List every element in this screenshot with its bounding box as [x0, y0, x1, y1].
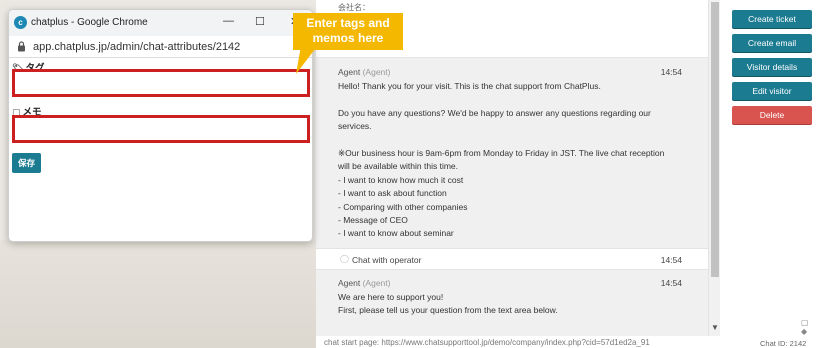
- page-url: app.chatplus.jp/admin/chat-attributes/21…: [33, 41, 241, 53]
- tag-input[interactable]: [15, 72, 307, 94]
- operator-label: Chat with operator: [352, 255, 422, 265]
- create-ticket-button[interactable]: Create ticket: [732, 10, 812, 28]
- chat-scrollbar[interactable]: ▼: [708, 0, 720, 336]
- message-line: - Comparing with other companies: [338, 201, 468, 212]
- message-sender: Agent: [338, 278, 361, 288]
- action-panel: Create ticket Create email Visitor detai…: [720, 0, 827, 348]
- chat-id: Chat ID: 2142: [760, 339, 806, 348]
- tag-icon[interactable]: ◆: [801, 327, 809, 336]
- operator-time: 14:54: [660, 255, 682, 265]
- message-line: ※Our business hour is 9am-6pm from Monda…: [338, 148, 665, 158]
- maximize-icon[interactable]: ☐: [255, 15, 265, 28]
- memo-textarea[interactable]: [15, 118, 307, 140]
- callout-line-1: Enter tags and: [306, 16, 390, 30]
- chat-bubble-icon: ◯: [340, 254, 349, 263]
- company-label: 会社名：: [338, 3, 370, 12]
- lock-icon: [18, 41, 25, 52]
- callout-annotation: Enter tags and memos here: [293, 13, 403, 50]
- memo-input-box: [12, 115, 310, 143]
- callout-line-2: memos here: [312, 31, 384, 45]
- scroll-down-arrow-icon[interactable]: ▼: [711, 323, 719, 332]
- delete-button[interactable]: Delete: [732, 106, 812, 124]
- message-line: - I want to ask about function: [338, 188, 447, 199]
- create-email-button[interactable]: Create email: [732, 34, 812, 52]
- window-titlebar[interactable]: c chatplus - Google Chrome — ☐ ✕: [9, 10, 312, 36]
- message-line: - Message of CEO: [338, 215, 408, 226]
- visitor-details-button[interactable]: Visitor details: [732, 58, 812, 76]
- message-line: - I want to know how much it cost: [338, 174, 464, 185]
- chat-id-value: 2142: [789, 339, 807, 348]
- message-line: will be available within this time.: [338, 161, 458, 172]
- message-sender: Agent: [338, 67, 361, 77]
- scrollbar-thumb[interactable]: [711, 2, 719, 277]
- message-line: - I want to know about seminar: [338, 228, 454, 239]
- chat-id-label: Chat ID:: [760, 339, 788, 348]
- message-line: Do you have any questions? We'd be happy…: [338, 107, 651, 118]
- edit-visitor-button[interactable]: Edit visitor: [732, 82, 812, 100]
- chat-message-1: Agent (Agent) 14:54 Hello! Thank you for…: [316, 66, 708, 241]
- message-line: Hello! Thank you for your visit. This is…: [338, 81, 601, 91]
- chat-message-2: Agent (Agent) 14:54 We are here to suppo…: [316, 277, 708, 318]
- message-role: (Agent): [362, 278, 391, 288]
- message-role: (Agent): [362, 67, 391, 77]
- tag-input-box: [12, 69, 310, 97]
- chat-log: 会社名： Agent (Agent) 14:54 Hello! Thank yo…: [316, 0, 708, 336]
- memo-tag-icons[interactable]: ▢ ◆: [801, 318, 809, 336]
- address-bar[interactable]: app.chatplus.jp/admin/chat-attributes/21…: [9, 36, 312, 58]
- memo-icon[interactable]: ▢: [801, 318, 809, 327]
- chrome-popup-window: c chatplus - Google Chrome — ☐ ✕ app.cha…: [8, 9, 313, 242]
- chat-start-page: chat start page: https://www.chatsupport…: [316, 336, 720, 348]
- background-area-bottom: [0, 240, 316, 348]
- message-line: We are here to support you!: [338, 292, 444, 302]
- minimize-icon[interactable]: —: [223, 15, 234, 27]
- message-time: 14:54: [660, 278, 682, 288]
- message-line: services.: [338, 121, 372, 132]
- save-button[interactable]: 保存: [12, 153, 41, 173]
- message-line: First, please tell us your question from…: [338, 305, 558, 316]
- window-title: chatplus - Google Chrome: [31, 17, 148, 28]
- chat-with-operator-row[interactable]: ◯ Chat with operator 14:54: [316, 248, 708, 270]
- chatplus-favicon-icon: c: [14, 16, 27, 29]
- message-time: 14:54: [660, 67, 682, 77]
